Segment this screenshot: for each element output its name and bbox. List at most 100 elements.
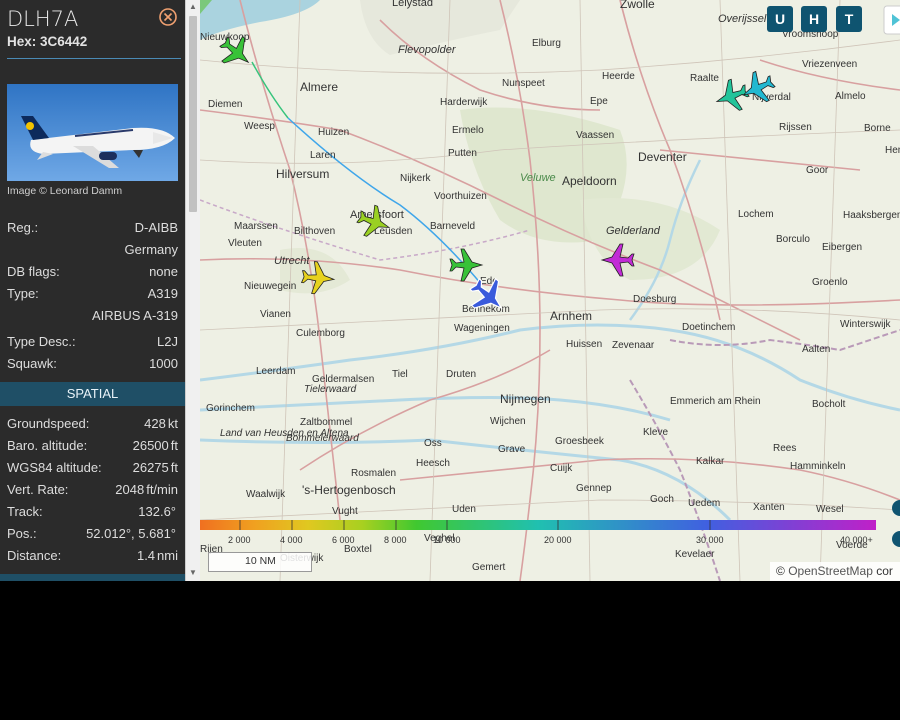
place-label: Winterswijk	[840, 319, 892, 330]
spatial-value: 1.4 nmi	[137, 548, 178, 563]
spatial-row-track: Track: 132.6°	[7, 504, 178, 522]
place-label: Nijmegen	[500, 392, 551, 406]
detail-row-db-flags: DB flags: none	[7, 264, 178, 282]
altitude-legend-labels: 2 000 4 000 6 000 8 000 10 000 20 000 30…	[228, 535, 873, 545]
place-label: Hilversum	[276, 167, 329, 181]
detail-value: none	[149, 264, 178, 279]
place-label: Vianen	[260, 309, 291, 320]
place-label: Veluwe	[520, 172, 556, 184]
place-label: Boxtel	[344, 544, 372, 555]
detail-label: DB flags:	[7, 264, 60, 279]
altitude-tick-label: 4 000	[280, 535, 303, 545]
map-canvas[interactable]: Lelystad Zwolle Overijssel Vroomshoop Fl…	[200, 0, 900, 581]
sidebar-scrollbar[interactable]: ▲ ▼	[185, 0, 200, 581]
map-button-u[interactable]: U	[767, 6, 793, 32]
place-label: Elburg	[532, 38, 561, 49]
place-label: Groenlo	[812, 277, 848, 288]
spatial-label: Vert. Rate:	[7, 482, 69, 497]
place-label: Vught	[332, 506, 358, 517]
spatial-unit: kt	[167, 416, 178, 431]
spatial-number: 2048	[115, 482, 145, 497]
detail-row-registration: Reg.: D-AIBB	[7, 220, 178, 238]
spatial-value: 132.6°	[138, 504, 178, 519]
spatial-label: Groundspeed:	[7, 416, 90, 431]
detail-row-country: Germany	[7, 242, 178, 260]
place-label: Xanten	[753, 502, 785, 513]
section-spatial-header[interactable]: SPATIAL	[0, 382, 185, 406]
place-label: Eibergen	[822, 242, 862, 253]
place-label: Leerdam	[256, 366, 295, 377]
spatial-label: Track:	[7, 504, 43, 519]
place-label: Tiel	[392, 369, 408, 380]
place-label: Harderwijk	[440, 97, 488, 108]
spatial-unit: ft	[170, 460, 178, 475]
place-label: Zwolle	[620, 0, 655, 11]
spatial-row-baro-altitude: Baro. altitude: 26500 ft	[7, 438, 178, 456]
attribution-more[interactable]: cor	[876, 564, 893, 578]
place-label: Heerde	[602, 71, 635, 82]
spatial-number: 26500	[132, 438, 169, 453]
spatial-value: 26500 ft	[133, 438, 178, 453]
scroll-down-icon[interactable]: ▼	[189, 568, 197, 577]
detail-row-type-name: AIRBUS A-319	[7, 308, 178, 326]
spatial-label: WGS84 altitude:	[7, 460, 102, 475]
spatial-unit: ft	[170, 438, 178, 453]
place-label: Goch	[650, 494, 674, 505]
place-label: Emmerich am Rhein	[670, 396, 761, 407]
place-label: Kevelaer	[675, 549, 715, 560]
aircraft-photo[interactable]	[7, 84, 178, 181]
map-scale-label: 10 NM	[245, 555, 276, 567]
place-label: Heesch	[416, 458, 450, 469]
altitude-tick-label: 20 000	[544, 535, 572, 545]
scroll-up-icon[interactable]: ▲	[189, 2, 197, 11]
app-window: DLH7A Hex: 3C6442 Image © Leonard Damm R…	[0, 0, 900, 581]
zoom-control-partial-2[interactable]	[892, 531, 900, 547]
place-label: Vleuten	[228, 238, 262, 249]
altitude-tick-label: 6 000	[332, 535, 355, 545]
place-label: Wesel	[816, 504, 844, 515]
river-waal	[200, 396, 671, 422]
scrollbar-thumb[interactable]	[189, 16, 197, 212]
place-label: Zevenaar	[612, 340, 655, 351]
place-label: Apeldoorn	[562, 174, 617, 188]
spatial-value: 2048 ft/min	[115, 482, 178, 497]
detail-label: Type:	[7, 286, 39, 301]
attribution-link[interactable]: OpenStreetMap	[788, 564, 873, 578]
next-section-header[interactable]	[0, 574, 185, 581]
place-label: Culemborg	[296, 328, 345, 339]
detail-row-type-desc: Type Desc.: L2J	[7, 334, 178, 352]
place-label: Rijssen	[779, 122, 812, 133]
spatial-row-groundspeed: Groundspeed: 428 kt	[7, 416, 178, 434]
zoom-control-partial[interactable]	[892, 500, 900, 516]
place-label: Borculo	[776, 234, 810, 245]
altitude-tick-label: 30 000	[696, 535, 724, 545]
place-label: Putten	[448, 148, 477, 159]
altitude-tick-label: 2 000	[228, 535, 251, 545]
spatial-row-vert-rate: Vert. Rate: 2048 ft/min	[7, 482, 178, 500]
place-label: Overijssel	[718, 13, 767, 25]
place-label: Haaksbergen	[843, 210, 900, 221]
spatial-value: 26275 ft	[133, 460, 178, 475]
map-view[interactable]: Lelystad Zwolle Overijssel Vroomshoop Fl…	[200, 0, 900, 581]
detail-value: A319	[147, 286, 178, 301]
place-label: Lelystad	[392, 0, 433, 9]
spatial-label: Distance:	[7, 548, 62, 563]
place-label: Waalwijk	[246, 489, 286, 500]
detail-value: Germany	[124, 242, 178, 257]
close-icon[interactable]	[159, 8, 177, 26]
hex-code: Hex: 3C6442	[7, 34, 88, 49]
map-button-t[interactable]: T	[836, 6, 862, 32]
place-label: Borne	[864, 123, 891, 134]
place-label: Gelderland	[606, 225, 661, 237]
place-label: Huizen	[318, 127, 349, 138]
spatial-number: 1.4	[136, 548, 156, 563]
place-label: Epe	[590, 96, 608, 107]
altitude-tick-label: 40 000+	[840, 535, 873, 545]
place-label: Kalkar	[696, 456, 725, 467]
place-label: Druten	[446, 369, 476, 380]
place-label: Voorthuizen	[434, 191, 487, 202]
place-label: Bommelerwaard	[286, 433, 359, 444]
place-label: Gorinchem	[206, 403, 255, 414]
map-button-h[interactable]: H	[801, 6, 827, 32]
place-label: Kleve	[643, 427, 668, 438]
